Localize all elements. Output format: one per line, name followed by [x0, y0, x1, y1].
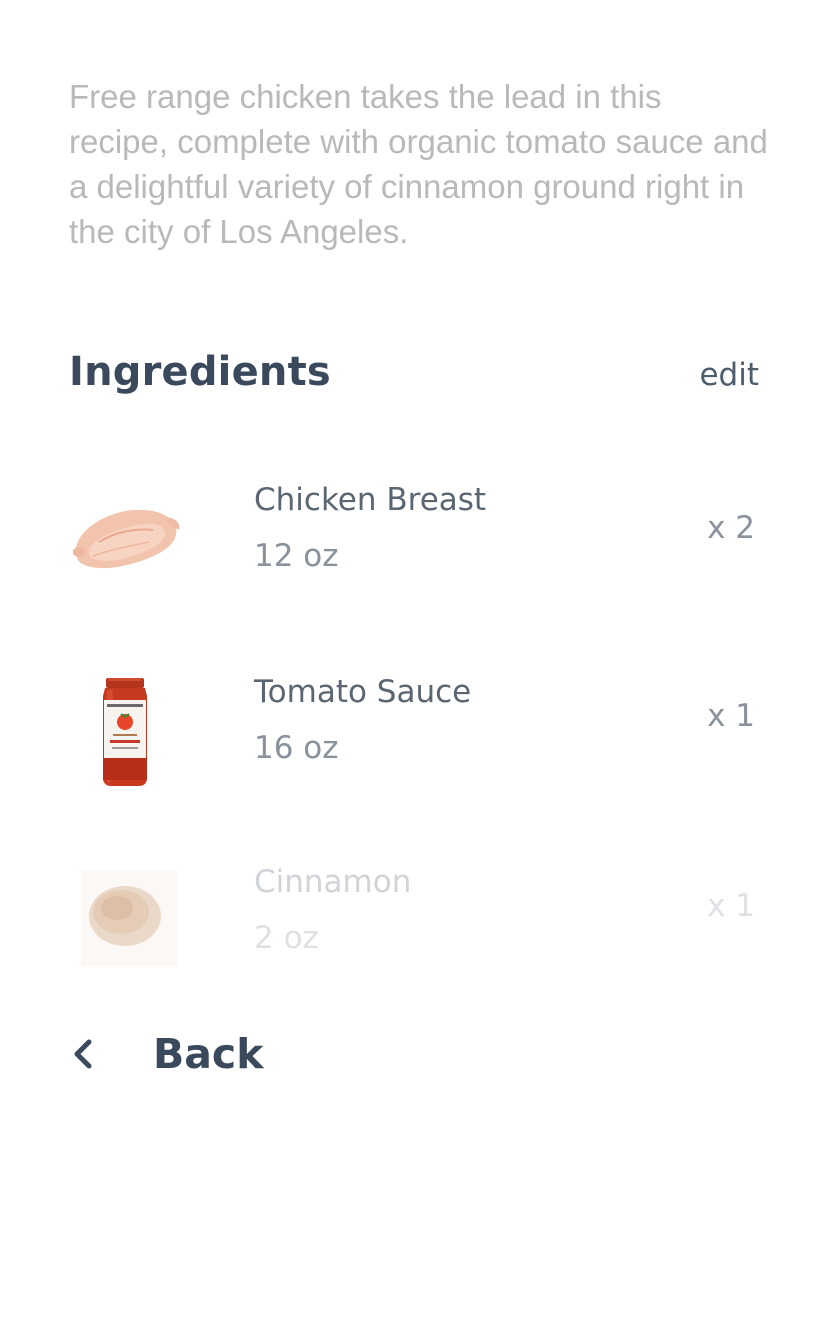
chicken-breast-image: [69, 482, 189, 602]
ingredient-name: Tomato Sauce: [254, 674, 472, 710]
back-button[interactable]: Back: [69, 1024, 264, 1084]
ingredient-name: Cinnamon: [254, 864, 412, 900]
tomato-sauce-jar-image: [69, 674, 189, 794]
back-label: Back: [153, 1030, 264, 1078]
ingredient-amount: 16 oz: [254, 730, 339, 766]
ingredient-amount: 12 oz: [254, 538, 339, 574]
ingredient-row-chicken-breast[interactable]: Chicken Breast 12 oz x 2: [69, 482, 759, 612]
ingredient-quantity: x 2: [707, 510, 755, 546]
ingredient-name: Chicken Breast: [254, 482, 487, 518]
ingredient-amount: 2 oz: [254, 920, 319, 956]
cinnamon-powder-image: [69, 868, 189, 988]
ingredient-row-tomato-sauce[interactable]: Tomato Sauce 16 oz x 1: [69, 674, 759, 804]
ingredients-header: Ingredients edit: [69, 342, 759, 402]
ingredient-row-cinnamon[interactable]: Cinnamon 2 oz x 1: [69, 864, 759, 994]
chevron-left-icon: [69, 1034, 105, 1074]
ingredient-quantity: x 1: [707, 698, 755, 734]
ingredient-quantity: x 1: [707, 888, 755, 924]
ingredients-title: Ingredients: [69, 349, 331, 395]
recipe-description: Free range chicken takes the lead in thi…: [69, 78, 768, 250]
edit-ingredients-link[interactable]: edit: [699, 357, 759, 393]
